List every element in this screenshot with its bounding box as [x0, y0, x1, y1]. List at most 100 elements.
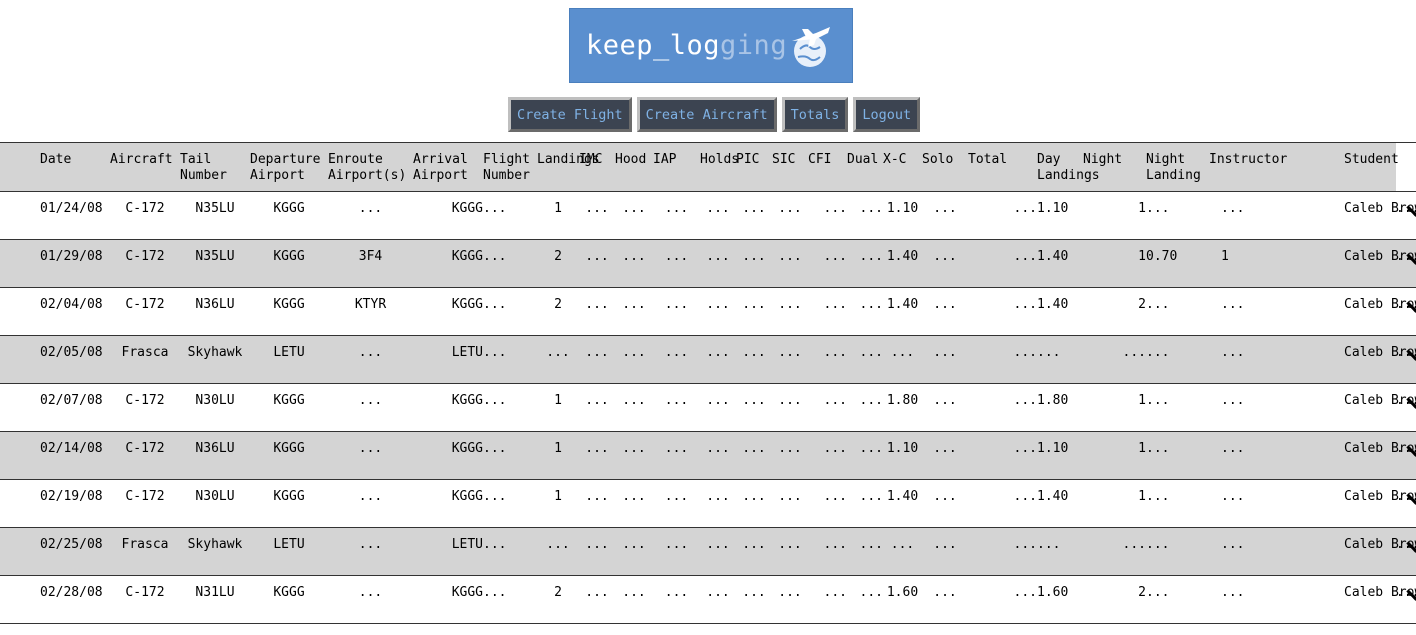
- table-cell: ...: [859, 441, 883, 456]
- chevron-down-icon[interactable]: [1406, 486, 1416, 505]
- table-cell: ...: [742, 249, 766, 264]
- table-cell: Caleb Brown: [1344, 249, 1416, 264]
- table-cell: ...: [1146, 585, 1170, 600]
- chevron-down-icon[interactable]: [1406, 582, 1416, 601]
- table-cell: ...: [622, 249, 646, 264]
- table-row[interactable]: 02/05/08 Frasca Skyhawk LETU... LETU........…: [0, 335, 1416, 384]
- expand-row-cell[interactable]: [1406, 192, 1416, 240]
- table-cell: ...: [483, 249, 507, 264]
- totals-button[interactable]: Totals: [781, 97, 849, 132]
- expand-row-cell[interactable]: [1406, 528, 1416, 576]
- table-cell: ...: [358, 537, 383, 552]
- table-cell: ...: [585, 585, 609, 600]
- column-header: Day Landings: [1037, 152, 1100, 183]
- table-cell: KGGG: [273, 297, 305, 312]
- table-cell: Caleb Brown: [1344, 393, 1416, 408]
- chevron-down-icon[interactable]: [1406, 246, 1416, 265]
- table-cell: ...: [1396, 201, 1416, 216]
- expand-row-cell[interactable]: [1406, 480, 1416, 528]
- table-cell: ...: [664, 585, 689, 600]
- table-cell: 1: [554, 441, 562, 456]
- table-cell: ...: [823, 345, 847, 360]
- table-body: 01/24/08 C-172 N35LU KGGG... KGGG... 1.......…: [0, 192, 1416, 624]
- table-cell: ...: [1396, 249, 1416, 264]
- table-row[interactable]: 02/14/08 C-172 N36LU KGGG... KGGG... 1.......…: [0, 431, 1416, 480]
- table-cell: ...: [664, 201, 689, 216]
- app-logo[interactable]: keep_logging: [569, 8, 853, 83]
- table-cell: ...: [1396, 393, 1416, 408]
- table-cell: ...: [358, 345, 383, 360]
- table-cell: ...: [483, 585, 507, 600]
- table-row[interactable]: 02/04/08 C-172 N36LU KGGG KTYR KGGG... 2......…: [0, 288, 1416, 336]
- expand-row-cell[interactable]: [1406, 576, 1416, 624]
- expand-row-cell[interactable]: [1406, 432, 1416, 480]
- chevron-down-icon[interactable]: [1406, 534, 1416, 553]
- expand-row-cell[interactable]: [1406, 336, 1416, 384]
- table-cell: ...: [483, 393, 507, 408]
- table-cell: 2: [554, 297, 562, 312]
- chevron-down-icon[interactable]: [1406, 198, 1416, 217]
- table-row[interactable]: 02/07/08 C-172 N30LU KGGG... KGGG... 1.......…: [0, 384, 1416, 432]
- table-cell: ...: [778, 201, 802, 216]
- chevron-down-icon[interactable]: [1406, 438, 1416, 457]
- column-header: Solo: [922, 152, 954, 167]
- main-nav: Create Flight Create Aircraft Totals Log…: [508, 97, 921, 132]
- table-cell: ...: [859, 393, 883, 408]
- table-cell: KGGG: [451, 297, 483, 312]
- table-cell: ...: [483, 201, 507, 216]
- table-cell: ...: [933, 537, 957, 552]
- table-cell: N35LU: [195, 201, 235, 216]
- create-flight-button[interactable]: Create Flight: [508, 97, 632, 132]
- table-row[interactable]: 02/28/08 C-172 N31LU KGGG... KGGG... 2.......…: [0, 576, 1416, 624]
- table-cell: 1: [554, 201, 562, 216]
- table-cell: KGGG: [273, 489, 305, 504]
- table-cell: LETU: [273, 537, 305, 552]
- table-cell: ...: [1146, 441, 1170, 456]
- expand-row-cell[interactable]: [1406, 384, 1416, 432]
- table-row[interactable]: 01/24/08 C-172 N35LU KGGG... KGGG... 1.......…: [0, 192, 1416, 240]
- table-cell: 1: [554, 489, 562, 504]
- create-aircraft-button[interactable]: Create Aircraft: [636, 97, 777, 132]
- table-cell: C-172: [125, 249, 165, 264]
- table-cell: ...: [622, 537, 646, 552]
- table-cell: 02/14/08: [40, 441, 103, 456]
- column-header: Arrival Airport: [413, 152, 468, 183]
- table-cell: ...: [706, 585, 730, 600]
- expand-row-cell[interactable]: [1406, 240, 1416, 288]
- table-cell: KTYR: [354, 297, 387, 312]
- table-cell: ...: [358, 489, 383, 504]
- column-header: Night Landing: [1146, 152, 1201, 183]
- table-row[interactable]: 02/25/08 Frasca Skyhawk LETU... LETU........…: [0, 527, 1416, 576]
- table-cell: 1.60: [886, 585, 919, 600]
- table-cell: 1.10: [1037, 201, 1069, 216]
- table-cell: KGGG: [451, 249, 483, 264]
- table-cell: ...: [1396, 441, 1416, 456]
- table-cell: ...: [706, 201, 730, 216]
- table-cell: 1: [1138, 249, 1146, 264]
- table-cell: ...: [1013, 393, 1037, 408]
- table-cell: ...: [706, 345, 730, 360]
- column-header: Hood: [615, 152, 647, 167]
- flight-log-table: Date Aircraft Tail Number Departure Airp…: [0, 142, 1416, 624]
- table-cell: ...: [859, 585, 883, 600]
- column-header: SIC: [772, 152, 796, 167]
- table-cell: ...: [585, 393, 609, 408]
- chevron-down-icon[interactable]: [1406, 294, 1416, 313]
- table-cell: LETU: [273, 345, 305, 360]
- chevron-down-icon[interactable]: [1406, 342, 1416, 361]
- table-cell: Caleb Brown: [1344, 537, 1416, 552]
- table-row[interactable]: 02/19/08 C-172 N30LU KGGG... KGGG... 1.......…: [0, 480, 1416, 528]
- table-cell: 1.40: [886, 489, 919, 504]
- logo-text: keep_logging: [586, 30, 788, 61]
- chevron-down-icon[interactable]: [1406, 390, 1416, 409]
- logout-button[interactable]: Logout: [853, 97, 921, 132]
- column-header: Enroute Airport(s): [328, 152, 407, 183]
- table-cell: ...: [1396, 585, 1416, 600]
- table-cell: KGGG: [273, 393, 305, 408]
- table-cell: ...: [823, 537, 847, 552]
- table-row[interactable]: 01/29/08 C-172 N35LU KGGG 3F4 KGGG... 2.......…: [0, 239, 1416, 288]
- expand-row-cell[interactable]: [1406, 288, 1416, 336]
- table-cell: ...: [585, 441, 609, 456]
- table-cell: KGGG: [273, 201, 305, 216]
- table-cell: ...: [585, 201, 609, 216]
